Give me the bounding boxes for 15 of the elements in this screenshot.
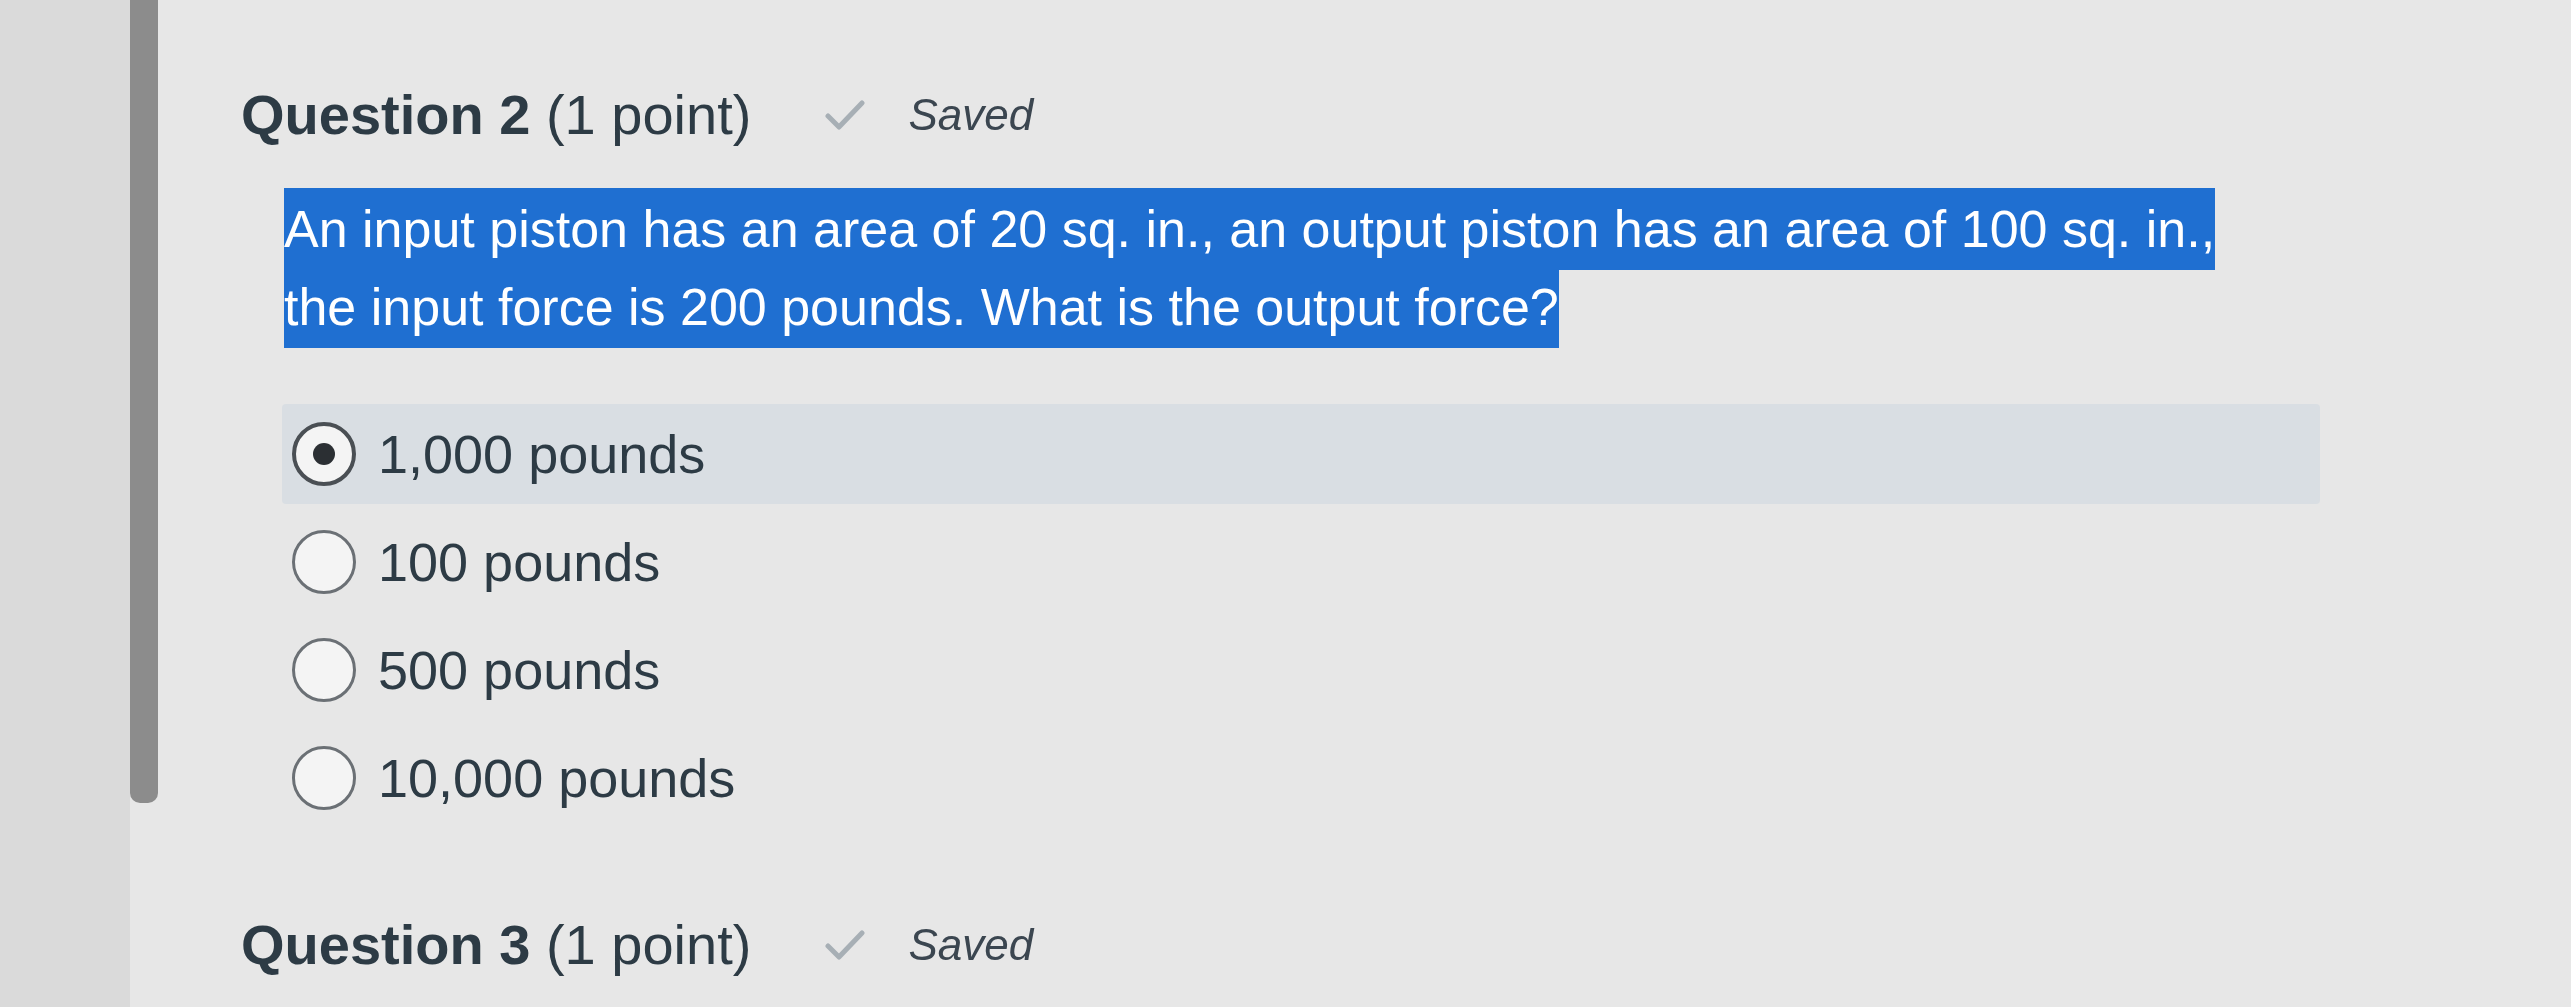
option-label: 500 pounds xyxy=(378,639,661,702)
checkmark-icon xyxy=(825,99,866,131)
answer-option[interactable]: 1,000 pounds xyxy=(282,404,2320,504)
question-title: Question 3 (1 point) xyxy=(241,912,752,978)
option-label: 10,000 pounds xyxy=(378,747,736,810)
checkmark-icon xyxy=(825,929,866,961)
radio-button[interactable] xyxy=(292,422,356,486)
saved-status: Saved xyxy=(908,919,1034,971)
question-title: Question 2 (1 point) xyxy=(241,82,752,148)
answer-option[interactable]: 500 pounds xyxy=(282,620,2320,720)
answer-option[interactable]: 10,000 pounds xyxy=(282,728,2320,828)
option-label: 1,000 pounds xyxy=(378,423,706,486)
option-label: 100 pounds xyxy=(378,531,661,594)
saved-status: Saved xyxy=(908,89,1034,141)
answer-option[interactable]: 100 pounds xyxy=(282,512,2320,612)
